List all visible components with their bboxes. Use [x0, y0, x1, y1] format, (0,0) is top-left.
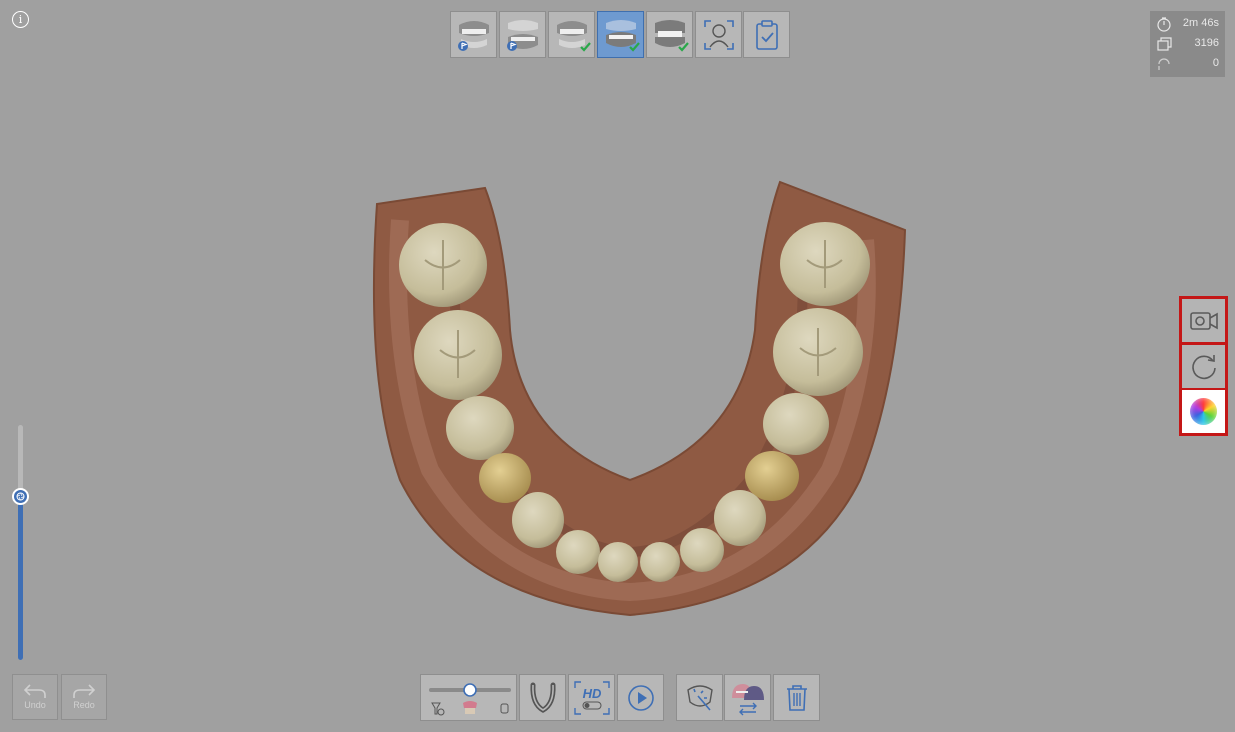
- scan-time-value: 2m 46s: [1182, 17, 1219, 29]
- smart-selection-button[interactable]: [676, 674, 723, 721]
- occlusion-stage-button[interactable]: [646, 11, 693, 58]
- review-stage-button[interactable]: [743, 11, 790, 58]
- upper-jaw-icon: [457, 20, 489, 51]
- tooth-left-central-incisor: [598, 542, 638, 582]
- hd-icon: HD: [573, 680, 610, 715]
- occlusion-icon: [654, 19, 689, 52]
- tooth-right-premolar-1: [745, 451, 799, 501]
- upper-jaw-icon: [556, 20, 591, 52]
- deleted-count-value: 0: [1212, 57, 1219, 69]
- frame-count: 3196: [1150, 34, 1225, 52]
- tooth-right-lateral-incisor: [680, 528, 724, 572]
- tooth-left-premolar-1: [479, 453, 531, 503]
- video-camera-icon: [1189, 311, 1218, 330]
- face-scan-icon: [703, 19, 734, 50]
- tooth-left-canine: [512, 492, 564, 548]
- arch-icon: [529, 682, 556, 713]
- tooth-right-premolar-2: [763, 393, 829, 455]
- lower-jaw-icon: [506, 19, 538, 51]
- jaw-switch-button[interactable]: [724, 674, 771, 721]
- undo-label: Undo: [24, 700, 46, 710]
- lower-jaw-stage-button[interactable]: [597, 11, 644, 58]
- tooth-left-lateral-incisor: [556, 530, 600, 574]
- frames-icon: [1157, 37, 1172, 51]
- arch-mode-button[interactable]: [519, 674, 566, 721]
- delete-button[interactable]: [773, 674, 820, 721]
- lower-jaw-icon: [605, 19, 640, 52]
- color-map-button[interactable]: [1182, 390, 1225, 433]
- scan-time: 2m 46s: [1150, 14, 1225, 32]
- view-tools-panel: [1179, 296, 1228, 436]
- redo-label: Redo: [73, 700, 95, 710]
- refresh-icon: [1191, 354, 1216, 379]
- hd-label: HD: [582, 686, 601, 701]
- smart-selection-icon: [686, 684, 713, 711]
- tooth-left-premolar-2: [446, 396, 514, 460]
- redo-button[interactable]: Redo: [61, 674, 107, 720]
- depth-slider-thumb[interactable]: [12, 487, 29, 505]
- upper-jaw-complete-stage-button[interactable]: [548, 11, 595, 58]
- clipboard-check-icon: [755, 19, 778, 50]
- filter-slider-control[interactable]: [420, 674, 517, 721]
- undo-icon: [23, 684, 46, 698]
- reset-view-button[interactable]: [1182, 345, 1225, 388]
- hd-mode-button[interactable]: HD: [568, 674, 615, 721]
- aperture-icon: [16, 492, 25, 500]
- lower-jaw-scan-model[interactable]: [360, 180, 920, 630]
- mandible-stage-button[interactable]: [499, 11, 546, 58]
- undo-button[interactable]: Undo: [12, 674, 58, 720]
- info-icon[interactable]: i: [12, 11, 29, 28]
- jaw-switch-icon: [731, 683, 764, 715]
- maxilla-stage-button[interactable]: [450, 11, 497, 58]
- tooth-right-canine: [714, 490, 766, 546]
- deleted-count: 0: [1150, 54, 1225, 72]
- filter-slider-icon: [428, 682, 511, 715]
- scan-stats-panel: 2m 46s 3196 0: [1150, 11, 1225, 77]
- stopwatch-icon: [1157, 17, 1171, 32]
- play-button[interactable]: [617, 674, 664, 721]
- color-wheel-icon: [1190, 398, 1217, 425]
- tooth-right-central-incisor: [640, 542, 680, 582]
- trash-icon: [786, 684, 807, 711]
- depth-slider-fill: [18, 495, 23, 660]
- redo-icon: [73, 684, 96, 698]
- video-record-button[interactable]: [1182, 299, 1225, 342]
- play-icon: [627, 684, 654, 711]
- rotate-icon: [1158, 58, 1170, 70]
- face-scan-stage-button[interactable]: [695, 11, 742, 58]
- frame-count-value: 3196: [1194, 37, 1219, 49]
